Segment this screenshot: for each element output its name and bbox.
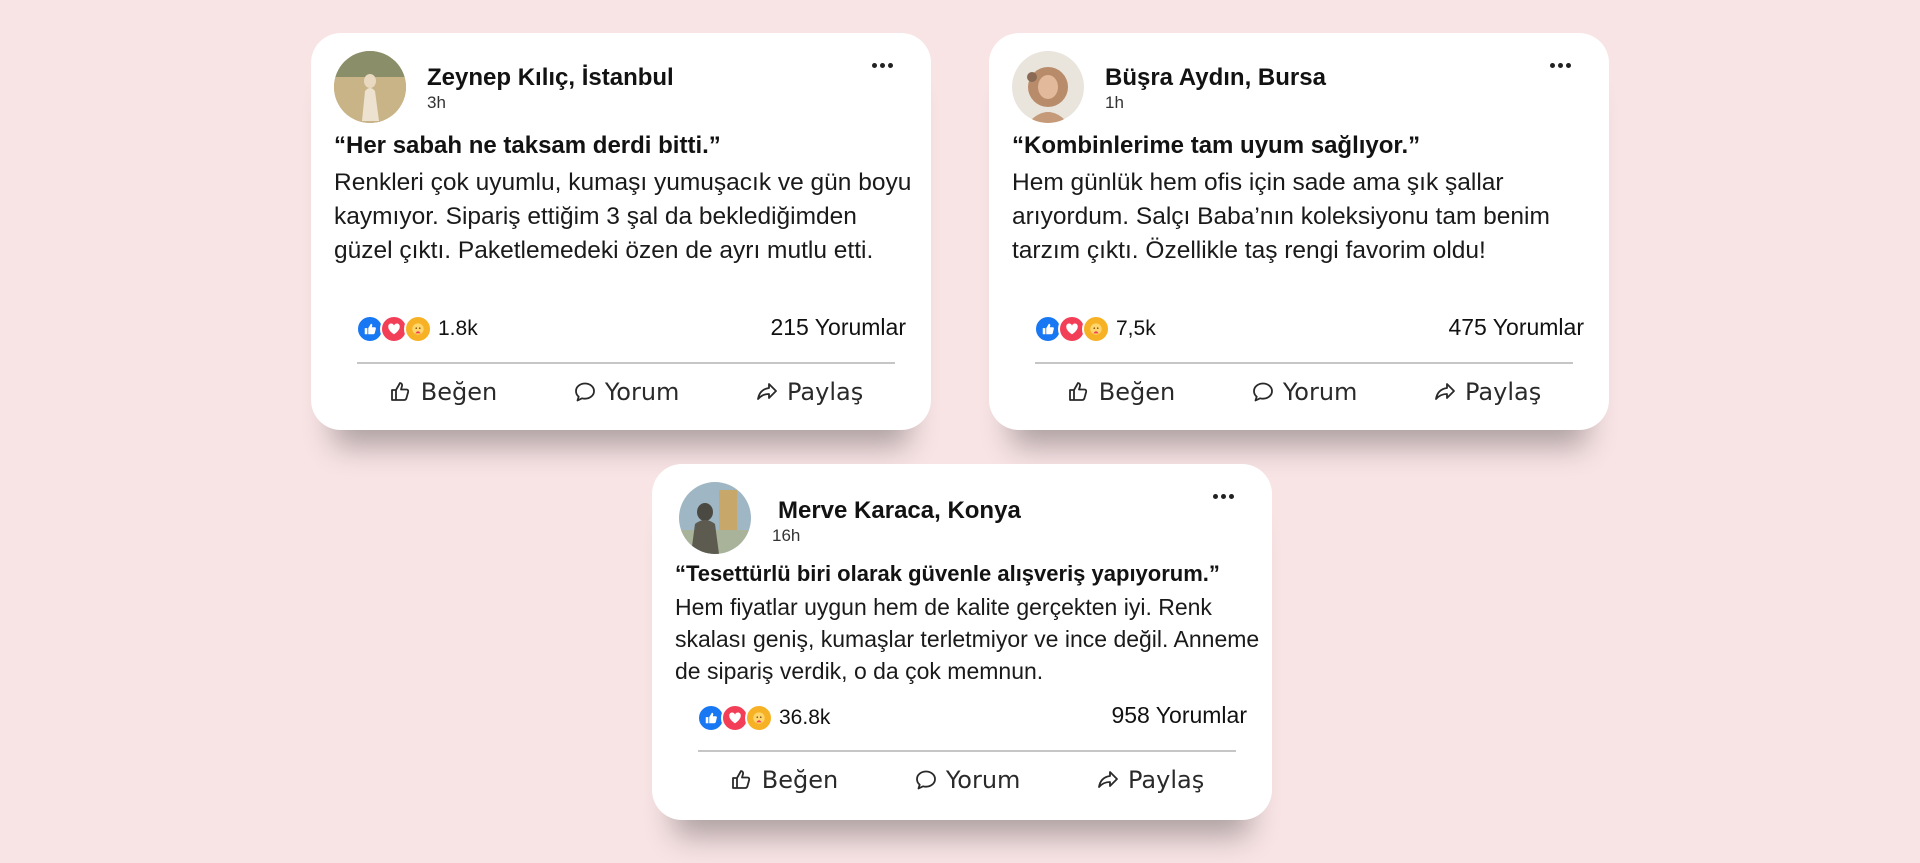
post-time: 1h xyxy=(1105,93,1124,112)
author-name[interactable]: Büşra Aydın, Bursa xyxy=(1105,64,1326,92)
avatar[interactable] xyxy=(1012,51,1084,123)
like-label: Beğen xyxy=(1098,378,1176,406)
reactions-summary[interactable]: 7,5k xyxy=(1034,315,1156,343)
thumbs-up-icon xyxy=(731,770,750,789)
author-name[interactable]: Merve Karaca, Konya xyxy=(778,497,1021,525)
care-reaction-icon xyxy=(745,704,773,732)
more-dots-icon[interactable] xyxy=(1550,63,1571,68)
share-label: Paylaş xyxy=(1465,378,1542,406)
comment-label: Yorum xyxy=(604,378,680,406)
like-button[interactable]: Beğen xyxy=(1067,378,1175,406)
comment-label: Yorum xyxy=(945,766,1021,794)
post-quote: “Her sabah ne taksam derdi bitti.” xyxy=(334,132,721,159)
speech-bubble-icon xyxy=(915,770,936,790)
comments-count[interactable]: 215 Yorumlar xyxy=(770,314,906,341)
thumbs-up-icon xyxy=(1068,382,1087,401)
like-label: Beğen xyxy=(761,766,839,794)
comments-count[interactable]: 958 Yorumlar xyxy=(1111,702,1247,729)
share-arrow-icon xyxy=(1098,771,1118,788)
reactions-count: 36.8k xyxy=(779,706,831,729)
divider xyxy=(698,750,1236,752)
comment-button[interactable]: Yorum xyxy=(1251,378,1358,406)
post-time: 3h xyxy=(427,93,446,112)
post-time: 16h xyxy=(772,526,801,545)
post-card: Büşra Aydın, Bursa 1h “Kombinlerime tam … xyxy=(989,33,1609,430)
author-name[interactable]: Zeynep Kılıç, İstanbul xyxy=(427,64,674,92)
avatar[interactable] xyxy=(679,482,751,554)
share-button[interactable]: Paylaş xyxy=(1096,766,1204,794)
post-quote: “Tesettürlü biri olarak güvenle alışveri… xyxy=(675,561,1220,586)
comment-button[interactable]: Yorum xyxy=(573,378,680,406)
post-body: Renkleri çok uyumlu, kumaşı yumuşacık ve… xyxy=(334,169,912,264)
reactions-count: 1.8k xyxy=(438,317,478,340)
share-button[interactable]: Paylaş xyxy=(755,378,863,406)
share-arrow-icon xyxy=(757,383,777,400)
speech-bubble-icon xyxy=(1252,382,1273,402)
speech-bubble-icon xyxy=(574,382,595,402)
post-actions: Beğen Yorum Paylaş xyxy=(351,378,901,406)
like-button[interactable]: Beğen xyxy=(730,766,838,794)
care-reaction-icon xyxy=(1082,315,1110,343)
share-arrow-icon xyxy=(1435,383,1455,400)
avatar[interactable] xyxy=(334,51,406,123)
post-quote: “Kombinlerime tam uyum sağlıyor.” xyxy=(1012,132,1421,159)
post-card: Merve Karaca, Konya 16h “Tesettürlü biri… xyxy=(652,464,1272,820)
post-card: Zeynep Kılıç, İstanbul 3h “Her sabah ne … xyxy=(311,33,931,430)
divider xyxy=(357,362,895,364)
thumbs-up-icon xyxy=(390,382,409,401)
post-body: Hem fiyatlar uygun hem de kalite gerçekt… xyxy=(675,594,1260,684)
post-actions: Beğen Yorum Paylaş xyxy=(1029,378,1579,406)
divider xyxy=(1035,362,1573,364)
reactions-summary[interactable]: 1.8k xyxy=(356,315,478,343)
post-body: Hem günlük hem ofis için sade ama şık şa… xyxy=(1012,169,1550,264)
reactions-count: 7,5k xyxy=(1116,317,1156,340)
share-button[interactable]: Paylaş xyxy=(1433,378,1541,406)
like-label: Beğen xyxy=(420,378,498,406)
post-actions: Beğen Yorum Paylaş xyxy=(692,766,1242,794)
like-button[interactable]: Beğen xyxy=(389,378,497,406)
comment-button[interactable]: Yorum xyxy=(914,766,1021,794)
care-reaction-icon xyxy=(404,315,432,343)
reactions-summary[interactable]: 36.8k xyxy=(697,704,830,732)
comment-label: Yorum xyxy=(1282,378,1358,406)
more-dots-icon[interactable] xyxy=(872,63,893,68)
more-dots-icon[interactable] xyxy=(1213,494,1234,499)
comments-count[interactable]: 475 Yorumlar xyxy=(1448,314,1584,341)
share-label: Paylaş xyxy=(787,378,864,406)
share-label: Paylaş xyxy=(1128,766,1205,794)
